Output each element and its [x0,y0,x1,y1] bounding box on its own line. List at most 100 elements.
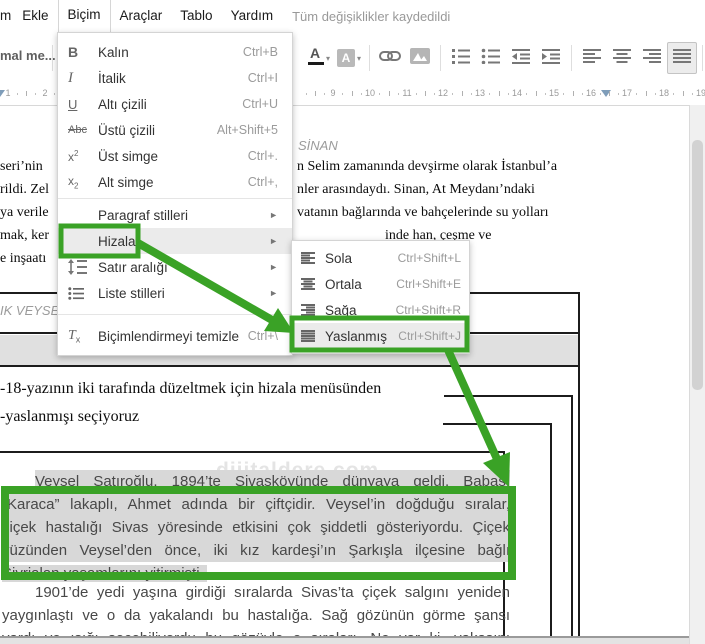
highlight-color-icon: A [336,49,355,67]
ruler-tick [425,91,426,96]
doc-heading-sinan[interactable]: SİNAN [298,138,338,153]
insert-link-button[interactable] [375,42,405,74]
align-justify-button[interactable] [667,42,697,74]
chevron-down-icon[interactable]: ▾ [326,54,330,63]
bulleted-list-icon [481,48,501,69]
selected-paragraph-line[interactable]: Veysel Şatıroğlu, 1894’te Sivasköyünde d… [35,470,510,493]
menu-item-shortcut: Alt+Shift+5 [216,123,278,137]
menubar-item-biim[interactable]: Biçim [57,0,111,34]
doc-text-fragment-right[interactable]: nler arasındaydı. Sinan, At Meydanı’ndak… [297,182,535,198]
ruler-tick [470,93,472,95]
increase-indent-button[interactable] [536,42,566,74]
line-spacing-icon [68,259,98,275]
format-menu-item-alt-izili[interactable]: U Altı çizili Ctrl+U [58,91,292,117]
list-styles-icon [68,286,98,300]
doc-text-fragment-left[interactable]: mak, ker [0,228,49,244]
menu-item-label: Satır aralığı [98,259,168,275]
text-color-button[interactable]: A ▾ [304,42,334,74]
menubar-item-tablo[interactable]: Tablo [171,0,221,32]
ruler-tick [563,93,565,95]
submenu-arrow-icon: ► [269,262,278,272]
format-menu-item-sat-r-aral-[interactable]: Satır aralığı ► [58,254,292,280]
bulleted-list-button[interactable] [476,42,506,74]
chevron-down-icon[interactable]: ▾ [357,54,361,63]
ruler-tick [489,93,491,95]
save-status-text: Tüm değişiklikler kaydedildi [292,8,451,24]
doc-instruction-line[interactable]: -18-yazının iki tarafında düzeltmek için… [0,380,381,398]
ruler-tick [360,93,362,95]
paragraph-style-selector[interactable]: mal me... [0,48,56,63]
link-icon [379,49,401,68]
menu-bar: m Ekle Biçim Araçlar Tablo Yardım Tüm değişikl… [0,0,705,34]
align-submenu-item-sa-a[interactable]: Sağa Ctrl+Shift+R [292,297,469,323]
doc-text-fragment-left[interactable]: rildi. Zel [0,182,49,198]
format-menu-item-paragraf-stilleri[interactable]: Paragraf stilleri ► [58,202,292,228]
doc-text-fragment-right[interactable]: vatanın bağlarında ve bahçelerinde su yo… [297,205,549,221]
numbered-list-button[interactable] [446,42,476,74]
menu-item-label: Biçimlendirmeyi temizle [98,328,240,344]
decrease-indent-button[interactable] [506,42,536,74]
align-left-button[interactable] [577,42,607,74]
ruler-tick [581,93,583,95]
strikethrough-icon: Abc [68,124,87,136]
paragraph-line[interactable]: 1901’de yedi yaşına girdiği sıralarda Si… [35,581,510,604]
toolbar-separator [52,45,53,71]
align-right-button[interactable] [637,42,667,74]
selected-paragraph-line[interactable]: yüzünden Veysel’den önce, iki kız kardeş… [2,539,510,562]
ruler-number: 2 [42,88,48,98]
align-center-button[interactable] [607,42,637,74]
format-menu-item-liste-stilleri[interactable]: Liste stilleri ► [58,280,292,306]
ruler-tick [461,91,463,96]
selected-paragraph-line[interactable]: “Karaca” lakaplı, Ahmet adında bir çiftç… [2,493,510,516]
decrease-indent-icon [511,48,531,69]
left-margin-marker[interactable] [0,90,5,97]
format-menu-item-i-talik[interactable]: I İtalik Ctrl+I [58,65,292,91]
format-menu-item-kal-n[interactable]: B Kalın Ctrl+B [58,39,292,65]
insert-image-button[interactable] [405,42,435,74]
menubar-item-aralar[interactable]: Araçlar [111,0,172,32]
nested-box2-top [443,423,552,425]
menu-separator [58,198,292,199]
ruler-tick [54,93,55,95]
format-menu-item--st-simge[interactable]: x2 Üst simge Ctrl+. [58,143,292,169]
format-menu-item--st-izili[interactable]: Abc Üstü çizili Alt+Shift+5 [58,117,292,143]
ruler-number: 16 [585,88,597,98]
format-menu-item-bi-imlendirmeyi-temizle[interactable]: Tx Biçimlendirmeyi temizle Ctrl+\ [58,323,292,349]
selected-paragraph-line[interactable]: çiçek hastalığı Sivas yöresinde etkisini… [2,516,510,539]
doc-text-fragment-left[interactable]: e inşaatı [0,251,46,267]
vertical-scrollbar[interactable] [689,105,705,644]
ruler-number: 17 [621,88,633,98]
superscript-icon: x2 [68,148,79,164]
align-submenu-item-yaslanm-[interactable]: Yaslanmış Ctrl+Shift+J [292,323,469,349]
ruler-number: 9 [330,88,336,98]
menu-item-shortcut: Ctrl+Shift+L [397,251,461,265]
menubar-item-clipped[interactable]: m [0,0,13,32]
scrollbar-thumb[interactable] [692,140,703,390]
doc-text-fragment-right[interactable]: n Selim zamanında devşirme olarak İstanb… [297,159,557,175]
menu-item-label: Yaslanmış [325,328,388,344]
submenu-arrow-icon: ► [269,210,278,220]
ruler-tick [434,93,435,95]
format-menu-item-alt-simge[interactable]: x2 Alt simge Ctrl+, [58,169,292,195]
numbered-list-icon [451,48,471,69]
menubar-item-ekle[interactable]: Ekle [13,0,57,32]
menu-item-label: Altı çizili [98,96,147,112]
align-justify-icon [673,48,691,68]
paragraph-line[interactable]: yaygınlaştı ve o da yakalandı bu hastalı… [2,604,510,627]
ruler-tick [609,91,610,96]
ruler-tick [526,93,528,95]
doc-instruction-line[interactable]: -yaslanmışı seçiyoruz [0,408,139,426]
format-menu-item-hizala[interactable]: Hizala ► [58,228,292,254]
menubar-item-yardm[interactable]: Yardım [222,0,283,32]
align-submenu-item-sola[interactable]: Sola Ctrl+Shift+L [292,245,469,271]
ruler-number: 14 [511,88,523,98]
menu-item-label: Sağa [325,302,357,318]
doc-text-fragment-left[interactable]: ya verile [0,205,49,221]
align-center-icon [301,278,325,290]
align-submenu-item-ortala[interactable]: Ortala Ctrl+Shift+E [292,271,469,297]
ruler-tick [452,93,454,95]
highlight-color-button[interactable]: A ▾ [334,42,364,74]
doc-text-fragment-left[interactable]: seri’nin [0,159,43,175]
menu-item-label: Kalın [98,44,129,60]
italic-icon: I [68,69,73,86]
